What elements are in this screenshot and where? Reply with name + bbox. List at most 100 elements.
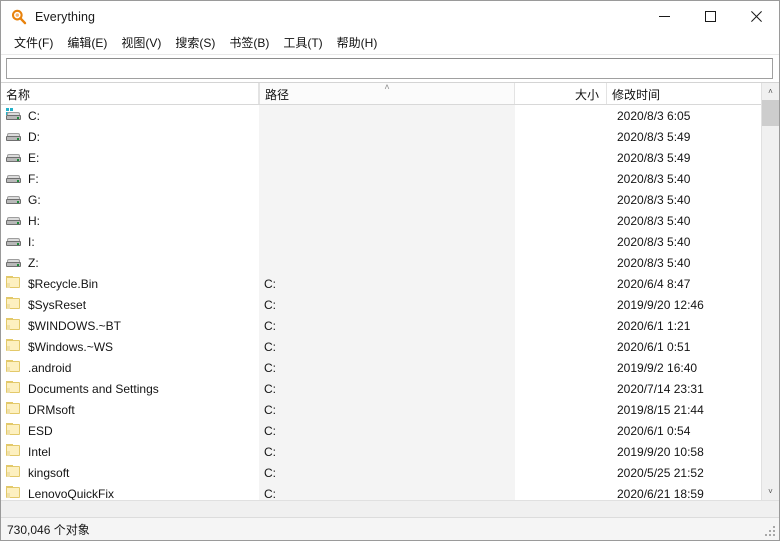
table-row[interactable]: $Recycle.Bin C: 2020/6/4 8:47 — [1, 273, 779, 294]
table-row[interactable]: H: 2020/8/3 5:40 — [1, 210, 779, 231]
folder-icon — [6, 485, 22, 501]
cell-path: C: — [264, 444, 276, 459]
cell-date-modified: 2020/6/1 1:21 — [617, 318, 691, 333]
menu-view[interactable]: 视图(V) — [114, 32, 168, 54]
maximize-button[interactable] — [687, 1, 733, 32]
scroll-down-icon[interactable]: ˅ — [762, 483, 779, 500]
table-row[interactable]: D: 2020/8/3 5:49 — [1, 126, 779, 147]
cell-date-modified: 2020/5/25 21:52 — [617, 465, 704, 480]
column-header-path[interactable]: ˄ 路径 — [259, 83, 515, 104]
file-name-label: $SysReset — [28, 297, 87, 312]
column-header-row: 名称 ˄ 路径 大小 修改时间 — [1, 83, 779, 105]
table-row[interactable]: ESD C: 2020/6/1 0:54 — [1, 420, 779, 441]
folder-icon — [6, 464, 22, 481]
vertical-scrollbar-thumb[interactable] — [762, 100, 779, 126]
cell-name: D: — [1, 129, 259, 145]
file-name-label: F: — [28, 171, 39, 186]
table-row[interactable]: $SysReset C: 2019/9/20 12:46 — [1, 294, 779, 315]
table-row[interactable]: Documents and Settings C: 2020/7/14 23:31 — [1, 378, 779, 399]
close-button[interactable] — [733, 1, 779, 32]
cell-date-modified: 2020/8/3 5:40 — [617, 213, 691, 228]
cell-name: Documents and Settings — [1, 380, 259, 397]
file-name-label: Z: — [28, 255, 39, 270]
search-bar — [1, 55, 779, 82]
folder-icon — [6, 338, 22, 355]
drive-icon — [6, 255, 22, 271]
table-row[interactable]: Z: 2020/8/3 5:40 — [1, 252, 779, 273]
scroll-up-icon[interactable]: ˄ — [762, 83, 779, 100]
table-row[interactable]: Intel C: 2019/9/20 10:58 — [1, 441, 779, 462]
cell-date-modified: 2019/9/20 10:58 — [617, 444, 704, 459]
cell-path: C: — [264, 423, 276, 438]
table-row[interactable]: LenovoQuickFix C: 2020/6/21 18:59 — [1, 483, 779, 500]
column-header-size[interactable]: 大小 — [515, 83, 607, 104]
file-name-label: $Windows.~WS — [28, 339, 114, 354]
drive-icon — [6, 150, 22, 166]
cell-name: G: — [1, 192, 259, 208]
menu-bookmarks[interactable]: 书签(B) — [222, 32, 276, 54]
vertical-scrollbar[interactable]: ˄ ˅ — [761, 83, 779, 500]
cell-name: Z: — [1, 255, 259, 271]
cell-path: C: — [264, 360, 276, 375]
resize-grip[interactable] — [765, 526, 777, 538]
table-row[interactable]: E: 2020/8/3 5:49 — [1, 147, 779, 168]
horizontal-scrollbar-thumb[interactable] — [1, 501, 441, 517]
menu-help[interactable]: 帮助(H) — [330, 32, 385, 54]
status-object-count: 730,046 个对象 — [7, 522, 90, 537]
menu-file[interactable]: 文件(F) — [7, 32, 60, 54]
drive-icon — [6, 213, 22, 229]
results-pane: 名称 ˄ 路径 大小 修改时间 C: 2020/8/3 6:05 D: 2020/8/… — [1, 82, 779, 500]
table-row[interactable]: DRMsoft C: 2019/8/15 21:44 — [1, 399, 779, 420]
cell-date-modified: 2020/8/3 6:05 — [617, 108, 691, 123]
menu-tools[interactable]: 工具(T) — [276, 32, 329, 54]
vertical-scrollbar-track[interactable] — [762, 100, 779, 483]
table-row[interactable]: F: 2020/8/3 5:40 — [1, 168, 779, 189]
minimize-button[interactable] — [641, 1, 687, 32]
cell-path: C: — [264, 486, 276, 501]
file-name-label: G: — [28, 192, 41, 207]
table-row[interactable]: C: 2020/8/3 6:05 — [1, 105, 779, 126]
cell-date-modified: 2019/9/20 12:46 — [617, 297, 704, 312]
folder-icon — [6, 422, 22, 439]
file-name-label: LenovoQuickFix — [28, 486, 115, 501]
search-input[interactable] — [6, 58, 773, 79]
drive-icon — [6, 171, 22, 187]
table-row[interactable]: G: 2020/8/3 5:40 — [1, 189, 779, 210]
column-header-date-label: 修改时间 — [612, 88, 661, 102]
cell-name: kingsoft — [1, 464, 259, 481]
cell-path: C: — [264, 402, 276, 417]
results-list[interactable]: C: 2020/8/3 6:05 D: 2020/8/3 5:49 E: 2020/8/3… — [1, 105, 779, 500]
cell-path: C: — [264, 297, 276, 312]
column-header-date-modified[interactable]: 修改时间 — [607, 83, 764, 104]
everything-window: Everything 文件(F) 编辑(E) 视图(V) 搜索(S) 书签(B)… — [0, 0, 780, 541]
file-name-label: ESD — [28, 423, 53, 438]
file-name-label: H: — [28, 213, 40, 228]
horizontal-scrollbar[interactable] — [1, 500, 779, 517]
cell-name: $Recycle.Bin — [1, 275, 259, 292]
drive-icon — [6, 129, 22, 145]
column-header-name[interactable]: 名称 — [1, 83, 259, 104]
file-name-label: Documents and Settings — [28, 381, 159, 396]
table-row[interactable]: .android C: 2019/9/2 16:40 — [1, 357, 779, 378]
cell-name: $Windows.~WS — [1, 338, 259, 355]
table-row[interactable]: $Windows.~WS C: 2020/6/1 0:51 — [1, 336, 779, 357]
cell-date-modified: 2020/6/4 8:47 — [617, 276, 691, 291]
results-rows: C: 2020/8/3 6:05 D: 2020/8/3 5:49 E: 2020/8/3… — [1, 105, 779, 500]
folder-icon — [6, 317, 22, 334]
cell-date-modified: 2020/8/3 5:40 — [617, 255, 691, 270]
table-row[interactable]: kingsoft C: 2020/5/25 21:52 — [1, 462, 779, 483]
file-name-label: $WINDOWS.~BT — [28, 318, 122, 333]
drive-system-icon — [6, 107, 22, 124]
cell-name: I: — [1, 234, 259, 250]
menu-edit[interactable]: 编辑(E) — [60, 32, 114, 54]
cell-path: C: — [264, 318, 276, 333]
cell-name: Intel — [1, 443, 259, 460]
file-name-label: C: — [28, 108, 40, 123]
table-row[interactable]: I: 2020/8/3 5:40 — [1, 231, 779, 252]
cell-name: LenovoQuickFix — [1, 485, 259, 501]
table-row[interactable]: $WINDOWS.~BT C: 2020/6/1 1:21 — [1, 315, 779, 336]
cell-name: C: — [1, 107, 259, 124]
cell-date-modified: 2019/9/2 16:40 — [617, 360, 698, 375]
cell-date-modified: 2020/6/21 18:59 — [617, 486, 704, 501]
menu-search[interactable]: 搜索(S) — [168, 32, 222, 54]
